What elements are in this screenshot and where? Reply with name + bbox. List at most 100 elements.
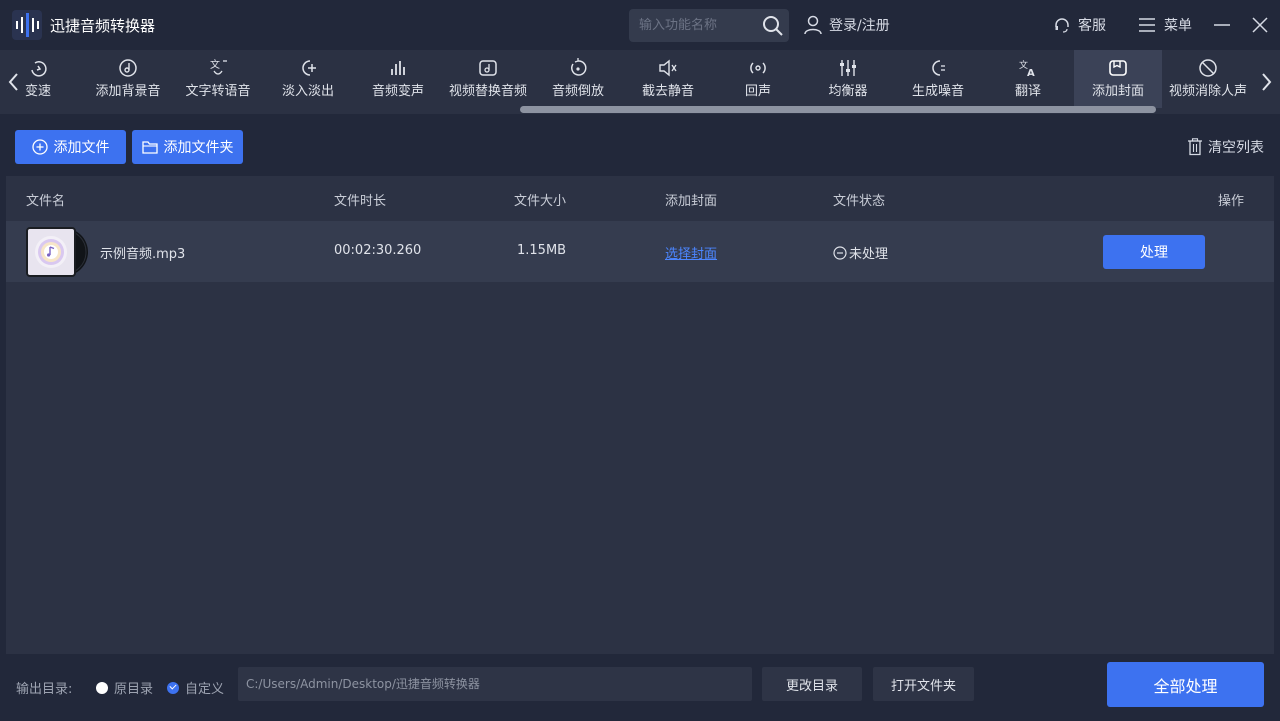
radio-custom-dir[interactable]: 自定义 bbox=[167, 678, 224, 697]
process-button[interactable]: 处理 bbox=[1103, 235, 1205, 269]
file-table-body: 示例音频.mp3 00:02:30.260 1.15MB 选择封面 未处理 处理 bbox=[6, 221, 1274, 654]
customer-service-button[interactable]: 客服 bbox=[1054, 14, 1106, 36]
add-folder-button[interactable]: 添加文件夹 bbox=[132, 130, 243, 164]
column-header-action: 操作 bbox=[1218, 194, 1245, 209]
search-box[interactable] bbox=[629, 9, 789, 42]
svg-text:文: 文 bbox=[210, 58, 220, 71]
speed-icon bbox=[31, 61, 47, 77]
svg-text:A: A bbox=[1027, 68, 1035, 78]
tool-label: 视频替换音频 bbox=[448, 84, 527, 99]
bars-icon bbox=[391, 61, 405, 75]
app-title: 迅捷音频转换器 bbox=[50, 17, 156, 35]
file-name: 示例音频.mp3 bbox=[100, 247, 186, 262]
search-input[interactable] bbox=[639, 9, 759, 42]
tool-cover[interactable]: 添加封面 bbox=[1074, 50, 1162, 108]
tool-label: 回声 bbox=[744, 84, 771, 99]
tool-music-note[interactable]: 添加背景音 bbox=[84, 50, 172, 108]
title-bar: 迅捷音频转换器 登录/注册 客服 菜单 bbox=[0, 0, 1280, 50]
feature-toolbar: 变速 添加背景音文文字转语音 淡入淡出 音频变声 视频替换音频 音频倒放 截去静音 回声 均衡器… bbox=[0, 50, 1280, 114]
output-path-field[interactable]: C:/Users/Admin/Desktop/迅捷音频转换器 bbox=[238, 667, 752, 701]
login-label: 登录/注册 bbox=[829, 18, 890, 34]
chevron-left-icon[interactable] bbox=[4, 68, 24, 96]
process-all-button[interactable]: 全部处理 bbox=[1107, 662, 1264, 707]
hamburger-icon bbox=[1139, 18, 1155, 32]
tool-speed[interactable]: 变速 bbox=[22, 50, 82, 108]
minimize-icon[interactable] bbox=[1212, 16, 1232, 34]
cover-icon bbox=[1109, 60, 1127, 76]
tool-label: 淡入淡出 bbox=[281, 84, 334, 99]
tool-echo[interactable]: 回声 bbox=[714, 50, 802, 108]
menu-button[interactable]: 菜单 bbox=[1138, 14, 1192, 36]
plus-circle-icon bbox=[31, 139, 48, 155]
tool-list: 变速 添加背景音文文字转语音 淡入淡出 音频变声 视频替换音频 音频倒放 截去静音 回声 均衡器… bbox=[22, 50, 1250, 108]
column-header-name: 文件名 bbox=[26, 194, 66, 209]
text-to-speech-icon: 文 bbox=[210, 58, 227, 75]
folder-icon bbox=[141, 141, 158, 154]
add-file-button[interactable]: 添加文件 bbox=[15, 130, 126, 164]
table-row[interactable]: 示例音频.mp3 00:02:30.260 1.15MB 选择封面 未处理 处理 bbox=[6, 221, 1274, 282]
music-note-icon bbox=[119, 59, 137, 77]
tool-mute[interactable]: 截去静音 bbox=[624, 50, 712, 108]
chevron-right-icon[interactable] bbox=[1256, 68, 1276, 96]
mute-icon bbox=[659, 59, 677, 77]
tool-fade[interactable]: 淡入淡出 bbox=[264, 50, 352, 108]
vocal-remove-icon bbox=[1199, 59, 1217, 77]
app-logo-icon bbox=[12, 10, 42, 40]
toolbar-scrollbar[interactable] bbox=[520, 106, 1156, 113]
file-table-header: 文件名 文件时长 文件大小 添加封面 文件状态 操作 bbox=[6, 176, 1274, 221]
search-icon[interactable] bbox=[762, 15, 784, 37]
fade-icon bbox=[302, 60, 316, 76]
headset-icon bbox=[1055, 18, 1069, 33]
radio-circle-checked[interactable] bbox=[167, 681, 179, 694]
radio-original-dir[interactable]: 原目录 bbox=[96, 678, 153, 697]
tool-label: 截去静音 bbox=[641, 84, 694, 99]
tool-label: 生成噪音 bbox=[911, 84, 964, 99]
reverse-icon bbox=[571, 58, 587, 76]
tool-label: 添加封面 bbox=[1091, 84, 1144, 99]
add-file-label: 添加文件 bbox=[53, 140, 110, 156]
radio-original-label: 原目录 bbox=[114, 682, 154, 697]
change-dir-button[interactable]: 更改目录 bbox=[762, 667, 862, 701]
open-folder-button[interactable]: 打开文件夹 bbox=[873, 667, 974, 701]
tool-label: 视频消除人声 bbox=[1168, 84, 1247, 99]
trash-icon bbox=[1188, 138, 1202, 156]
audio-file-thumbnail bbox=[26, 227, 88, 277]
close-icon[interactable] bbox=[1250, 15, 1270, 35]
file-duration: 00:02:30.260 bbox=[334, 243, 422, 258]
radio-custom-label: 自定义 bbox=[185, 682, 225, 697]
menu-label: 菜单 bbox=[1164, 18, 1192, 34]
tool-noise[interactable]: 生成噪音 bbox=[894, 50, 982, 108]
radio-circle[interactable] bbox=[96, 681, 108, 694]
echo-icon bbox=[750, 62, 766, 74]
select-cover-link[interactable]: 选择封面 bbox=[665, 243, 717, 262]
tool-label: 文字转语音 bbox=[185, 84, 251, 99]
file-status-label: 未处理 bbox=[849, 247, 889, 262]
tool-label: 音频倒放 bbox=[551, 84, 604, 99]
tool-label: 翻译 bbox=[1014, 84, 1041, 99]
equalizer-icon bbox=[840, 60, 856, 76]
tool-bars[interactable]: 音频变声 bbox=[354, 50, 442, 108]
column-header-duration: 文件时长 bbox=[334, 194, 387, 209]
clear-list-label: 清空列表 bbox=[1208, 140, 1264, 156]
user-icon bbox=[804, 15, 822, 35]
customer-service-label: 客服 bbox=[1078, 18, 1106, 34]
tool-label: 音频变声 bbox=[371, 84, 424, 99]
login-button[interactable]: 登录/注册 bbox=[803, 14, 890, 36]
noise-icon bbox=[932, 60, 945, 76]
minus-circle-icon bbox=[833, 245, 847, 260]
column-header-status: 文件状态 bbox=[833, 194, 886, 209]
tool-label: 添加背景音 bbox=[95, 84, 161, 99]
tool-reverse[interactable]: 音频倒放 bbox=[534, 50, 622, 108]
translate-icon: 文A bbox=[1019, 59, 1035, 78]
tool-vocal-remove[interactable]: 视频消除人声 bbox=[1164, 50, 1250, 108]
tool-equalizer[interactable]: 均衡器 bbox=[804, 50, 892, 108]
output-footer: 输出目录: 原目录 自定义 C:/Users/Admin/Desktop/迅捷音… bbox=[0, 654, 1280, 721]
column-header-cover: 添加封面 bbox=[665, 194, 718, 209]
clear-list-button[interactable]: 清空列表 bbox=[1187, 137, 1264, 157]
tool-label: 均衡器 bbox=[828, 84, 868, 99]
video-audio-icon bbox=[479, 60, 497, 76]
column-header-size: 文件大小 bbox=[514, 194, 567, 209]
tool-translate[interactable]: 文 A 翻译 bbox=[984, 50, 1072, 108]
tool-video-audio[interactable]: 视频替换音频 bbox=[444, 50, 532, 108]
tool-text-to-speech[interactable]: 文文字转语音 bbox=[174, 50, 262, 108]
